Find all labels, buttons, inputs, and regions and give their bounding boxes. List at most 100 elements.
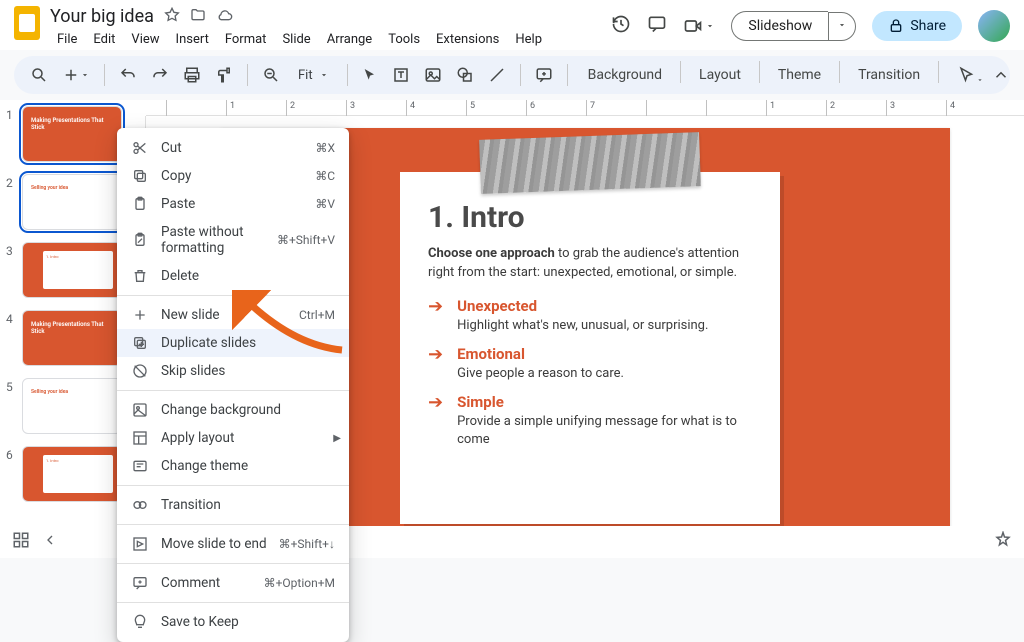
slide-thumbnail[interactable]: Making Presentations That Stick: [22, 106, 122, 162]
menu-file[interactable]: File: [50, 29, 84, 50]
new-slide-button[interactable]: [56, 60, 96, 90]
history-icon[interactable]: [611, 14, 631, 38]
arrow-right-icon: ➔: [428, 345, 443, 383]
ctx-duplicate-slides[interactable]: Duplicate slides: [117, 329, 349, 357]
ctx-save-to-keep[interactable]: Save to Keep: [117, 608, 349, 636]
zoom-tool-icon[interactable]: [256, 60, 286, 90]
slide-thumbnail[interactable]: Selling your idea: [22, 378, 122, 434]
arrow-right-icon: ➔: [428, 297, 443, 335]
slide-thumbnail[interactable]: Selling your idea: [22, 174, 122, 230]
ctx-apply-layout[interactable]: Apply layout▶: [117, 424, 349, 452]
paste-nf-icon: [131, 232, 149, 248]
share-label: Share: [910, 18, 946, 34]
account-avatar[interactable]: [978, 10, 1010, 42]
ctx-label: Cut: [161, 140, 303, 156]
ctx-label: Save to Keep: [161, 614, 335, 630]
thumb-number: 1: [6, 108, 16, 122]
ctx-label: Duplicate slides: [161, 335, 335, 351]
ctx-new-slide[interactable]: New slide Ctrl+M: [117, 301, 349, 329]
print-icon[interactable]: [177, 60, 207, 90]
menu-insert[interactable]: Insert: [169, 29, 216, 50]
prev-slide-icon[interactable]: [42, 532, 58, 552]
grid-view-icon[interactable]: [12, 531, 30, 553]
meet-icon[interactable]: [683, 16, 715, 36]
share-button[interactable]: Share: [872, 11, 962, 41]
ctx-label: Skip slides: [161, 363, 335, 379]
redo-icon[interactable]: [145, 60, 175, 90]
ctx-label: Copy: [161, 168, 303, 184]
comment-add-icon[interactable]: [529, 60, 559, 90]
menu-edit[interactable]: Edit: [86, 29, 122, 50]
slides-logo-icon[interactable]: [14, 6, 40, 40]
ctx-change-background[interactable]: Change background: [117, 396, 349, 424]
move-folder-icon[interactable]: [190, 7, 206, 27]
theme-icon: [131, 458, 149, 474]
thumb-number: 4: [6, 312, 16, 326]
ctx-label: Transition: [161, 497, 335, 513]
duplicate-icon: [131, 335, 149, 351]
ctx-label: Delete: [161, 268, 335, 284]
cloud-status-icon[interactable]: [216, 7, 234, 27]
slide-point: ➔SimpleProvide a simple unifying message…: [428, 393, 752, 449]
zoom-select[interactable]: Fit: [288, 64, 339, 87]
ctx-shortcut: Ctrl+M: [299, 308, 335, 322]
slide-thumbnail[interactable]: 1. Intro: [22, 242, 122, 298]
point-title: Unexpected: [457, 297, 708, 315]
paint-format-icon[interactable]: [209, 60, 239, 90]
ctx-paste[interactable]: Paste ⌘V: [117, 190, 349, 218]
transition-icon: [131, 497, 149, 513]
explore-icon[interactable]: [994, 531, 1012, 553]
ctx-transition[interactable]: Transition: [117, 491, 349, 519]
point-text: Provide a simple unifying message for wh…: [457, 413, 752, 449]
copy-icon: [131, 168, 149, 184]
comments-icon[interactable]: [647, 14, 667, 38]
menu-help[interactable]: Help: [508, 29, 549, 50]
menu-extensions[interactable]: Extensions: [429, 29, 506, 50]
slide-thumbnail[interactable]: Making Presentations That Stick: [22, 310, 122, 366]
menu-tools[interactable]: Tools: [381, 29, 427, 50]
menu-slide[interactable]: Slide: [275, 29, 317, 50]
document-title[interactable]: Your big idea: [50, 6, 154, 27]
slideshow-dropdown[interactable]: [828, 12, 856, 41]
layout-icon: [131, 430, 149, 446]
shape-icon[interactable]: [450, 60, 480, 90]
line-icon[interactable]: [482, 60, 512, 90]
ctx-shortcut: ⌘+Shift+↓: [279, 537, 335, 551]
textbox-icon[interactable]: [386, 60, 416, 90]
keep-icon: [131, 614, 149, 630]
ctx-change-theme[interactable]: Change theme: [117, 452, 349, 480]
undo-icon[interactable]: [113, 60, 143, 90]
menu-arrange[interactable]: Arrange: [320, 29, 379, 50]
cut-icon: [131, 140, 149, 156]
ctx-cut[interactable]: Cut⌘X: [117, 134, 349, 162]
point-text: Give people a reason to care.: [457, 365, 624, 383]
toolbar-background[interactable]: Background: [576, 61, 674, 89]
paste-icon: [131, 196, 149, 212]
ctx-copy[interactable]: Copy⌘C: [117, 162, 349, 190]
toolbar-theme[interactable]: Theme: [766, 61, 833, 89]
menu-view[interactable]: View: [124, 29, 166, 50]
search-menu-icon[interactable]: [24, 60, 54, 90]
ctx-label: Paste: [161, 196, 303, 212]
ctx-delete[interactable]: Delete: [117, 262, 349, 290]
toolbar-transition[interactable]: Transition: [846, 61, 932, 89]
pointer-mode-icon[interactable]: [958, 66, 984, 88]
hide-menus-icon[interactable]: [992, 66, 1010, 88]
ctx-paste-without-formatting[interactable]: Paste without formatting⌘+Shift+V: [117, 218, 349, 262]
ctx-shortcut: ⌘V: [315, 197, 335, 211]
ctx-comment[interactable]: Comment⌘+Option+M: [117, 569, 349, 597]
ctx-label: New slide: [161, 307, 287, 323]
star-icon[interactable]: [164, 7, 180, 27]
ctx-move-slide-to-end[interactable]: Move slide to end⌘+Shift+↓: [117, 530, 349, 558]
image-icon[interactable]: [418, 60, 448, 90]
slide-thumbnail[interactable]: 1. Intro: [22, 446, 122, 502]
slide-content-card: 1. Intro Choose one approach to grab the…: [400, 172, 780, 524]
toolbar-layout[interactable]: Layout: [687, 61, 753, 89]
ctx-skip-slides[interactable]: Skip slides: [117, 357, 349, 385]
menu-format[interactable]: Format: [218, 29, 274, 50]
delete-icon: [131, 268, 149, 284]
move-end-icon: [131, 536, 149, 552]
slideshow-button[interactable]: Slideshow: [731, 11, 828, 41]
select-tool-icon[interactable]: [356, 61, 384, 89]
ctx-label: Comment: [161, 575, 252, 591]
